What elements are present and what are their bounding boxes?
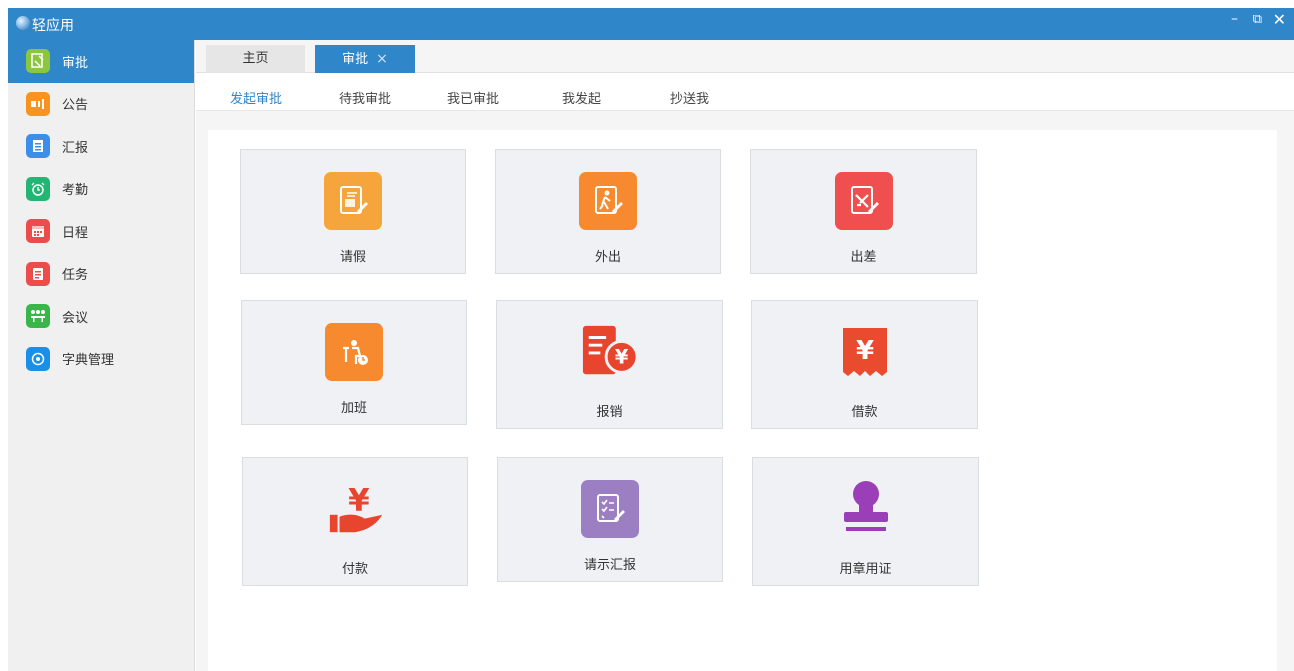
sidebar-item-label: 日程 bbox=[62, 225, 89, 241]
minimize-icon[interactable]: – bbox=[1231, 11, 1238, 27]
card-label: 付款 bbox=[341, 562, 368, 577]
megaphone-icon bbox=[26, 91, 50, 116]
card-label: 借款 bbox=[851, 405, 878, 420]
svg-text:¥: ¥ bbox=[348, 483, 370, 519]
sidebar: 审批 公告 汇报 考勤 日程 任务 会议 字典管理 bbox=[8, 40, 195, 671]
approval-grid: 请假 外出 出差 加班 ¥ 报销 ¥ 借款 ¥ 付款 请示汇报 用章用证 bbox=[208, 130, 1277, 671]
sidebar-item-label: 考勤 bbox=[62, 183, 89, 199]
card-label: 加班 bbox=[340, 401, 367, 416]
card-label: 外出 bbox=[594, 250, 621, 265]
tab-close-icon[interactable]: × bbox=[376, 45, 388, 73]
svg-text:¥: ¥ bbox=[614, 346, 628, 369]
sidebar-item-label: 汇报 bbox=[62, 140, 89, 156]
card-leave[interactable]: 请假 bbox=[240, 149, 466, 274]
close-icon[interactable]: ✕ bbox=[1273, 10, 1286, 29]
calendar-icon bbox=[26, 219, 50, 244]
card-going-out[interactable]: 外出 bbox=[495, 149, 721, 274]
sidebar-item-meeting[interactable]: 会议 bbox=[8, 295, 194, 338]
sidebar-item-label: 审批 bbox=[62, 55, 89, 71]
sidebar-item-label: 公告 bbox=[62, 98, 89, 114]
restore-icon[interactable]: ⧉ bbox=[1253, 12, 1262, 27]
meeting-icon bbox=[26, 304, 50, 329]
business-trip-icon bbox=[834, 172, 893, 230]
app-title: 轻应用 bbox=[32, 18, 74, 34]
card-overtime[interactable]: 加班 bbox=[241, 300, 467, 425]
subtab-pending-my-approval[interactable]: 待我审批 bbox=[339, 88, 391, 113]
sidebar-item-announcement[interactable]: 公告 bbox=[8, 83, 194, 126]
card-label: 请示汇报 bbox=[583, 558, 636, 573]
task-icon bbox=[26, 261, 50, 286]
approval-icon bbox=[26, 49, 50, 74]
subtab-approved-by-me[interactable]: 我已审批 bbox=[447, 88, 499, 113]
going-out-icon bbox=[579, 172, 637, 230]
sidebar-item-task[interactable]: 任务 bbox=[8, 253, 194, 296]
card-reimbursement[interactable]: ¥ 报销 bbox=[496, 300, 723, 429]
app-logo-icon bbox=[16, 16, 30, 30]
tab-home-label: 主页 bbox=[242, 51, 269, 66]
overtime-icon bbox=[325, 323, 383, 381]
card-payment[interactable]: ¥ 付款 bbox=[242, 457, 468, 586]
sidebar-item-report[interactable]: 汇报 bbox=[8, 125, 194, 168]
title-bar: 轻应用 – ⧉ ✕ bbox=[8, 8, 1294, 40]
sidebar-item-schedule[interactable]: 日程 bbox=[8, 210, 194, 253]
sidebar-item-attendance[interactable]: 考勤 bbox=[8, 168, 194, 211]
sub-tab-bar: 发起审批 待我审批 我已审批 我发起 抄送我 bbox=[196, 73, 1294, 115]
alarm-clock-icon bbox=[26, 176, 50, 201]
payment-icon: ¥ bbox=[326, 480, 384, 538]
tab-bar: 主页 审批 × bbox=[196, 40, 1294, 73]
card-label: 用章用证 bbox=[839, 562, 892, 577]
tab-approval[interactable]: 审批 × bbox=[315, 45, 415, 73]
report-icon bbox=[26, 134, 50, 159]
sidebar-item-label: 任务 bbox=[62, 268, 89, 284]
sidebar-item-label: 会议 bbox=[62, 310, 89, 326]
card-label: 出差 bbox=[850, 250, 877, 265]
dictionary-icon bbox=[26, 346, 50, 371]
request-report-icon bbox=[581, 480, 639, 538]
svg-text:¥: ¥ bbox=[855, 336, 873, 366]
card-request-report[interactable]: 请示汇报 bbox=[497, 457, 723, 582]
card-loan[interactable]: ¥ 借款 bbox=[751, 300, 978, 429]
loan-icon: ¥ bbox=[836, 323, 894, 381]
card-label: 请假 bbox=[339, 250, 366, 265]
sidebar-item-label: 字典管理 bbox=[62, 353, 115, 369]
sidebar-item-dictionary[interactable]: 字典管理 bbox=[8, 338, 194, 381]
card-business-trip[interactable]: 出差 bbox=[750, 149, 977, 274]
tab-approval-label: 审批 bbox=[342, 52, 369, 67]
leave-icon bbox=[324, 172, 382, 230]
card-seal[interactable]: 用章用证 bbox=[752, 457, 979, 586]
tab-home[interactable]: 主页 bbox=[206, 45, 305, 73]
subtab-initiated-by-me[interactable]: 我发起 bbox=[562, 88, 601, 113]
sidebar-item-approval[interactable]: 审批 bbox=[8, 40, 194, 83]
card-label: 报销 bbox=[596, 405, 623, 420]
content-area: 请假 外出 出差 加班 ¥ 报销 ¥ 借款 ¥ 付款 请示汇报 用章用证 bbox=[196, 111, 1294, 671]
subtab-cc-me[interactable]: 抄送我 bbox=[670, 88, 709, 113]
seal-icon bbox=[837, 480, 895, 538]
reimbursement-icon: ¥ bbox=[581, 323, 639, 381]
